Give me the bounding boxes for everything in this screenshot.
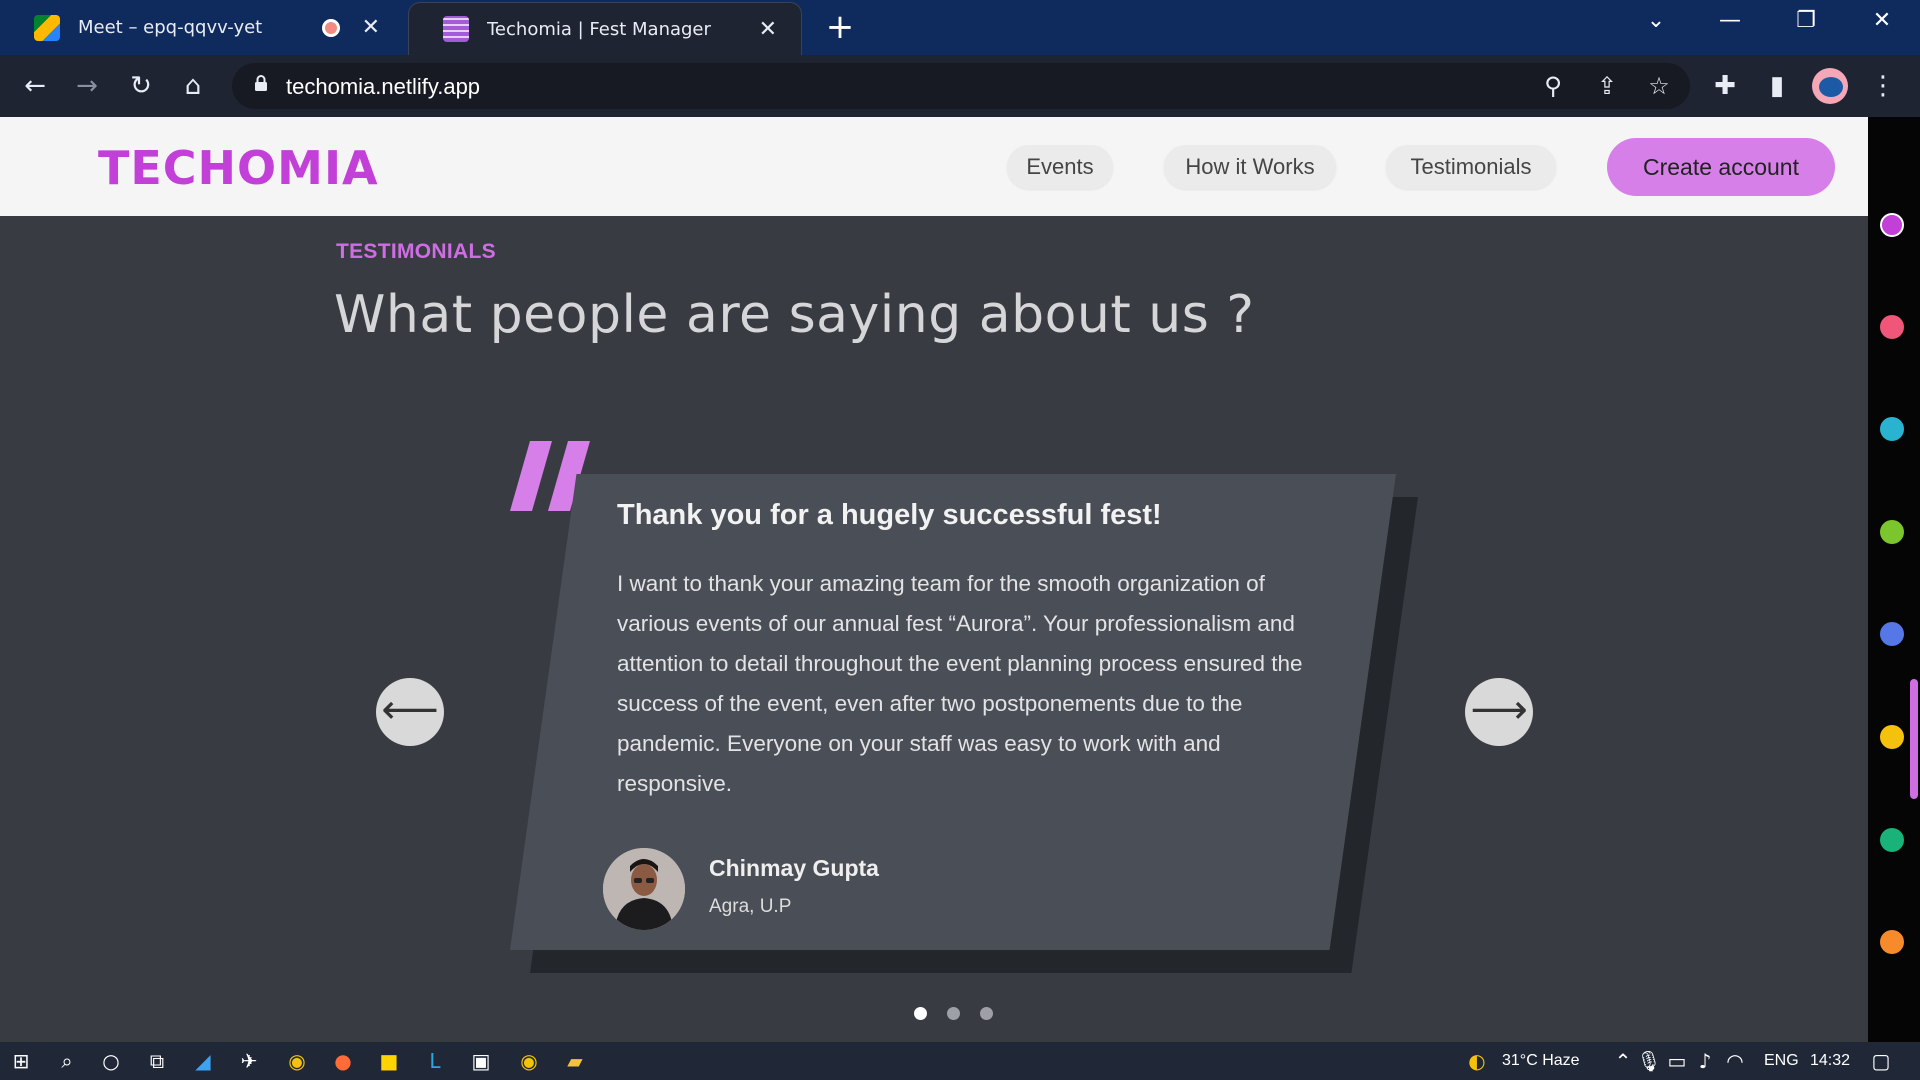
notifications-icon[interactable]: ▢ (1868, 1048, 1894, 1074)
wifi-icon[interactable]: ◠ (1722, 1048, 1748, 1074)
home-icon[interactable]: ⌂ (176, 69, 210, 103)
page-scrollbar-thumb[interactable] (1910, 679, 1918, 799)
testimonial-body: I want to thank your amazing team for th… (617, 571, 1303, 796)
tray-chevron-icon[interactable]: ⌃ (1610, 1048, 1636, 1074)
close-window-icon[interactable]: ✕ (1862, 8, 1902, 33)
reload-icon[interactable]: ↻ (124, 69, 158, 103)
share-icon[interactable]: ⇪ (1590, 71, 1624, 101)
browser-tab-bar: Meet – epq-qqvv-yet ✕ Techomia | Fest Ma… (0, 0, 1920, 55)
app-l-icon[interactable]: L (422, 1048, 448, 1074)
nav-how-it-works[interactable]: How it Works (1164, 145, 1336, 189)
vscode-icon[interactable]: ◢ (190, 1048, 216, 1074)
section-heading: What people are saying about us ? (334, 285, 1255, 345)
google-meet-icon (34, 14, 60, 41)
windows-taskbar: ⊞ ⌕ ○ ⧉ ◢ ✈ ◉ ● ■ L ▣ ◉ ▰ ◐ 31°C Haze ⌃ … (0, 1042, 1920, 1080)
tab-title: Meet – epq-qqvv-yet (78, 17, 263, 38)
zoom-icon[interactable]: ⚲ (1536, 71, 1570, 101)
tab-title: Techomia | Fest Manager (487, 18, 711, 40)
color-swatch-orange[interactable] (1880, 930, 1904, 954)
profile-avatar[interactable] (1812, 68, 1848, 104)
task-view-icon[interactable]: ⧉ (144, 1048, 170, 1074)
bookmark-star-icon[interactable]: ☆ (1642, 71, 1676, 101)
nav-events[interactable]: Events (1007, 145, 1113, 189)
minimize-icon[interactable]: — (1710, 8, 1750, 33)
weather-icon: ◐ (1468, 1049, 1486, 1073)
color-swatch-purple[interactable] (1880, 213, 1904, 237)
create-account-button[interactable]: Create account (1607, 138, 1835, 196)
sticky-notes-icon[interactable]: ■ (376, 1048, 402, 1074)
next-arrow-button[interactable]: ⟶ (1465, 678, 1533, 746)
carousel-dot[interactable] (947, 1007, 960, 1020)
web-page: TECHOMIA Events How it Works Testimonial… (0, 117, 1868, 1042)
site-favicon-icon (443, 16, 469, 42)
address-bar[interactable]: techomia.netlify.app ⚲ ⇪ ☆ (232, 63, 1690, 109)
microphone-icon[interactable]: 🎙 (1636, 1048, 1662, 1074)
menu-icon[interactable]: ⋮ (1866, 69, 1900, 103)
url-text: techomia.netlify.app (286, 74, 481, 99)
person-location: Agra, U.P (709, 896, 792, 917)
testimonial-title: Thank you for a hugely successful fest! (617, 499, 1162, 531)
color-swatch-green[interactable] (1880, 520, 1904, 544)
chrome-active-icon[interactable]: ◉ (516, 1048, 542, 1074)
restore-icon[interactable]: ❐ (1786, 8, 1826, 33)
extensions-icon[interactable]: ✚ (1708, 69, 1742, 103)
language-indicator[interactable]: ENG (1764, 1052, 1799, 1070)
tab-meet[interactable]: Meet – epq-qqvv-yet ✕ (0, 0, 404, 55)
color-swatch-teal[interactable] (1880, 828, 1904, 852)
browser-toolbar: ← → ↻ ⌂ techomia.netlify.app ⚲ ⇪ ☆ ✚ ▮ ⋮ (0, 55, 1920, 117)
carousel-dots (914, 1007, 993, 1021)
carousel-dot[interactable] (980, 1007, 993, 1020)
file-explorer-icon[interactable]: ▰ (562, 1048, 588, 1074)
back-icon[interactable]: ← (18, 69, 52, 103)
person-name: Chinmay Gupta (709, 855, 879, 881)
cortana-icon[interactable]: ○ (98, 1048, 124, 1074)
search-icon[interactable]: ⌕ (54, 1048, 80, 1074)
close-tab-icon[interactable]: ✕ (759, 17, 777, 42)
carousel-dot[interactable] (914, 1007, 927, 1020)
side-panel-icon[interactable]: ▮ (1760, 69, 1794, 103)
volume-icon[interactable]: ♪ (1692, 1048, 1718, 1074)
recording-indicator-icon (321, 18, 340, 37)
section-eyebrow: TESTIMONIALS (336, 240, 496, 263)
clock-time[interactable]: 14:32 (1810, 1052, 1850, 1070)
nav-testimonials[interactable]: Testimonials (1386, 145, 1556, 189)
windows-start-icon[interactable]: ⊞ (8, 1048, 34, 1074)
chrome-icon[interactable]: ◉ (284, 1048, 310, 1074)
weather-text[interactable]: 31°C Haze (1502, 1052, 1580, 1070)
tab-techomia[interactable]: Techomia | Fest Manager ✕ (408, 2, 802, 55)
color-swatch-yellow[interactable] (1880, 725, 1904, 749)
color-tool-strip (1868, 117, 1920, 1042)
postman-icon[interactable]: ● (330, 1048, 356, 1074)
close-tab-icon[interactable]: ✕ (362, 15, 380, 40)
site-navbar: TECHOMIA Events How it Works Testimonial… (0, 117, 1868, 216)
battery-icon[interactable]: ▭ (1664, 1048, 1690, 1074)
forward-icon[interactable]: → (70, 69, 104, 103)
lock-icon (255, 75, 267, 91)
color-swatch-blue[interactable] (1880, 622, 1904, 646)
color-swatch-pink[interactable] (1880, 315, 1904, 339)
previous-arrow-button[interactable]: ⟵ (376, 678, 444, 746)
color-swatch-cyan[interactable] (1880, 417, 1904, 441)
tab-search-icon[interactable]: ⌄ (1636, 8, 1676, 33)
new-tab-button[interactable]: + (820, 10, 860, 46)
techomia-logo[interactable]: TECHOMIA (98, 141, 379, 195)
terminal-icon[interactable]: ▣ (468, 1048, 494, 1074)
person-avatar (603, 848, 685, 930)
app-icon[interactable]: ✈ (236, 1048, 262, 1074)
